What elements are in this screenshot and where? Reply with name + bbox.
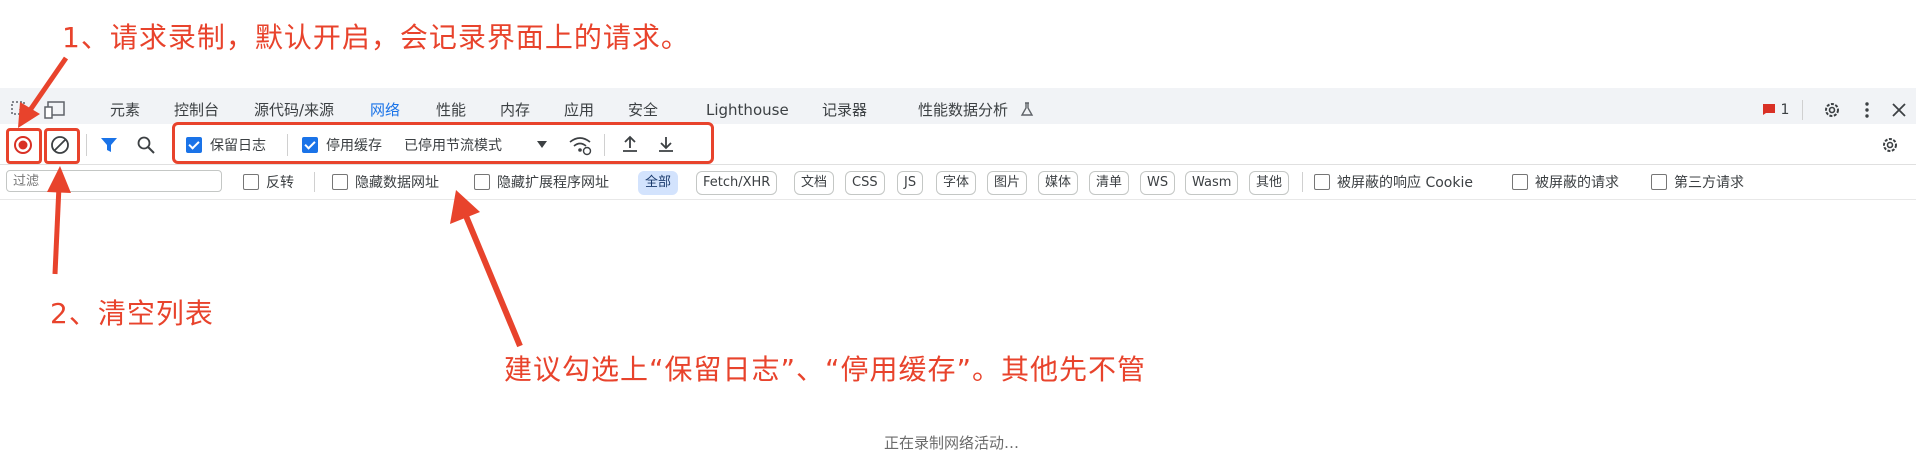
annotation-clear-note: 2、清空列表 bbox=[50, 297, 214, 330]
arrow-to-record bbox=[23, 56, 69, 118]
annotation-options-note: 建议勾选上“保留日志”、“停用缓存”。其他先不管 bbox=[504, 353, 1147, 386]
arrow-to-options bbox=[463, 214, 523, 348]
arrow-to-record-head bbox=[18, 102, 40, 128]
arrow-to-clear-head bbox=[47, 166, 71, 193]
arrow-to-clear bbox=[52, 185, 62, 275]
